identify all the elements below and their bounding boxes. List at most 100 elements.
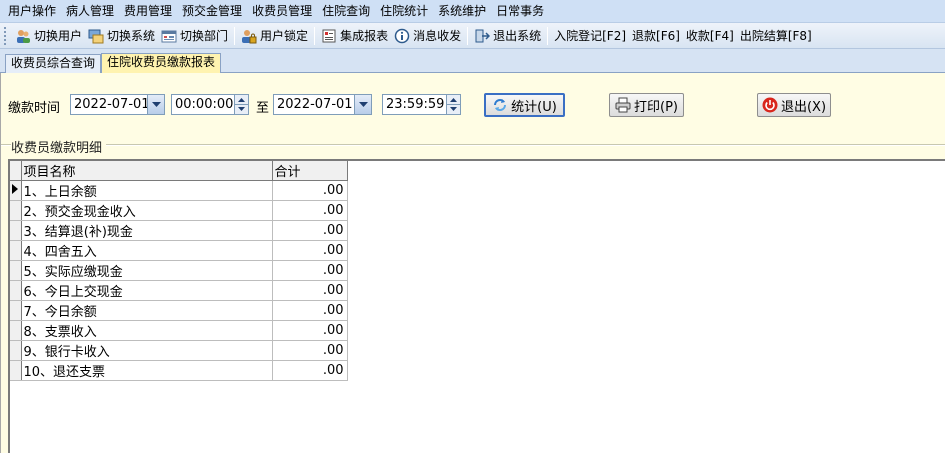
total-cell[interactable]: .00 <box>272 200 348 221</box>
end-time-input[interactable]: 23:59:59 <box>382 94 461 115</box>
table-row[interactable]: 5、实际应缴现金 .00 <box>10 260 348 281</box>
item-name-cell[interactable]: 7、今日余额 <box>21 300 273 321</box>
switch-user-button[interactable]: 切换用户 <box>12 25 85 47</box>
menu-inpatient-query[interactable]: 住院查询 <box>320 0 378 23</box>
table-row[interactable]: 9、银行卡收入 .00 <box>10 340 348 361</box>
menu-inpatient-stats[interactable]: 住院统计 <box>378 0 436 23</box>
row-indicator <box>10 280 22 301</box>
table-row[interactable]: 3、结算退(补)现金 .00 <box>10 220 348 241</box>
row-indicator <box>10 220 22 241</box>
spin-up-icon[interactable] <box>447 95 460 104</box>
total-cell[interactable]: .00 <box>272 340 348 361</box>
start-time-input[interactable]: 00:00:00 <box>171 94 249 115</box>
table-row[interactable]: 2、预交金现金收入 .00 <box>10 200 348 221</box>
switch-system-icon <box>88 28 104 44</box>
spin-down-icon[interactable] <box>447 104 460 113</box>
total-cell[interactable]: .00 <box>272 360 348 381</box>
spin-up-icon[interactable] <box>235 95 248 104</box>
exit-button-label: 退出(X) <box>780 99 827 115</box>
start-date-picker[interactable]: 2022-07-01 <box>70 94 165 115</box>
exit-system-label: 退出系统 <box>493 29 542 43</box>
discharge-button[interactable]: 出院结算[F8] <box>737 25 815 47</box>
messages-label: 消息收发 <box>413 29 462 43</box>
item-name-cell[interactable]: 10、退还支票 <box>21 360 273 381</box>
toolbar-separator <box>234 26 236 45</box>
tab-cashier-query[interactable]: 收费员综合查询 <box>5 54 102 73</box>
row-indicator <box>10 340 22 361</box>
item-name-cell[interactable]: 3、结算退(补)现金 <box>21 220 273 241</box>
total-cell[interactable]: .00 <box>272 300 348 321</box>
total-cell[interactable]: .00 <box>272 180 348 201</box>
item-name-cell[interactable]: 5、实际应缴现金 <box>21 260 273 281</box>
table-row[interactable]: 6、今日上交现金 .00 <box>10 280 348 301</box>
refund-button[interactable]: 退款[F6] <box>629 25 683 47</box>
lock-user-label: 用户锁定 <box>260 29 309 43</box>
total-cell[interactable]: .00 <box>272 320 348 341</box>
chevron-down-icon[interactable] <box>354 95 371 114</box>
total-cell[interactable]: .00 <box>272 280 348 301</box>
menu-system-maint[interactable]: 系统维护 <box>436 0 494 23</box>
payment-detail-grid[interactable]: 项目名称 合计 1、上日余额 .00 2、预交金现金收入 .00 3、结算退(补… <box>8 159 945 453</box>
table-row[interactable]: 10、退还支票 .00 <box>10 360 348 381</box>
print-button-label: 打印(P) <box>634 99 678 115</box>
printer-icon <box>615 97 631 113</box>
lock-user-button[interactable]: 用户锁定 <box>238 25 311 47</box>
column-header-total[interactable]: 合计 <box>272 161 348 181</box>
spin-down-icon[interactable] <box>235 104 248 113</box>
end-date-value: 2022-07-01 <box>277 97 353 112</box>
group-divider <box>1 144 945 146</box>
exit-button[interactable]: 退出(X) <box>757 93 831 117</box>
chevron-down-icon[interactable] <box>147 95 164 114</box>
integrated-report-label: 集成报表 <box>340 29 389 43</box>
exit-system-button[interactable]: 退出系统 <box>471 25 544 47</box>
department-icon <box>161 28 177 44</box>
start-time-spinner[interactable] <box>234 95 248 114</box>
menu-deposit-mgmt[interactable]: 预交金管理 <box>180 0 250 23</box>
menu-patient-mgmt[interactable]: 病人管理 <box>64 0 122 23</box>
table-row[interactable]: 8、支票收入 .00 <box>10 320 348 341</box>
toolbar-grip[interactable] <box>4 26 8 45</box>
switch-system-button[interactable]: 切换系统 <box>85 25 158 47</box>
print-button[interactable]: 打印(P) <box>609 93 684 117</box>
total-cell[interactable]: .00 <box>272 220 348 241</box>
menu-user-ops[interactable]: 用户操作 <box>6 0 64 23</box>
row-indicator <box>10 320 22 341</box>
menu-daily-affairs[interactable]: 日常事务 <box>494 0 552 23</box>
menu-fee-mgmt[interactable]: 费用管理 <box>122 0 180 23</box>
report-icon <box>321 28 337 44</box>
discharge-label: 出院结算[F8] <box>739 29 812 43</box>
current-row-indicator-icon <box>10 180 22 201</box>
item-name-cell[interactable]: 1、上日余额 <box>21 180 273 201</box>
group-title: 收费员缴款明细 <box>11 137 107 156</box>
toolbar-separator <box>314 26 316 45</box>
integrated-report-button[interactable]: 集成报表 <box>318 25 391 47</box>
end-time-spinner[interactable] <box>446 95 460 114</box>
switch-dept-button[interactable]: 切换部门 <box>158 25 231 47</box>
total-cell[interactable]: .00 <box>272 240 348 261</box>
item-name-cell[interactable]: 6、今日上交现金 <box>21 280 273 301</box>
tab-cashier-payment-report[interactable]: 住院收费员缴款报表 <box>101 53 222 74</box>
total-cell[interactable]: .00 <box>272 260 348 281</box>
menu-cashier-mgmt[interactable]: 收费员管理 <box>250 0 320 23</box>
messages-button[interactable]: 消息收发 <box>391 25 464 47</box>
stat-button[interactable]: 统计(U) <box>484 93 565 117</box>
toolbar-separator <box>467 26 469 45</box>
end-date-picker[interactable]: 2022-07-01 <box>273 94 372 115</box>
toolbar-separator <box>547 26 549 45</box>
item-name-cell[interactable]: 4、四舍五入 <box>21 240 273 261</box>
item-name-cell[interactable]: 9、银行卡收入 <box>21 340 273 361</box>
admission-button[interactable]: 入院登记[F2] <box>551 25 629 47</box>
detail-group-header: 收费员缴款明细 <box>1 135 945 156</box>
table-row[interactable]: 7、今日余额 .00 <box>10 300 348 321</box>
row-indicator <box>10 300 22 321</box>
column-header-item-name[interactable]: 项目名称 <box>21 161 273 181</box>
end-time-value: 23:59:59 <box>386 97 445 112</box>
collect-button[interactable]: 收款[F4] <box>683 25 737 47</box>
row-indicator <box>10 260 22 281</box>
exit-door-icon <box>474 28 491 44</box>
item-name-cell[interactable]: 8、支票收入 <box>21 320 273 341</box>
report-panel: 缴款时间 2022-07-01 00:00:00 至 2022-07-01 23… <box>0 73 945 453</box>
item-name-cell[interactable]: 2、预交金现金收入 <box>21 200 273 221</box>
table-row[interactable]: 1、上日余额 .00 <box>10 180 348 201</box>
table-row[interactable]: 4、四舍五入 .00 <box>10 240 348 261</box>
